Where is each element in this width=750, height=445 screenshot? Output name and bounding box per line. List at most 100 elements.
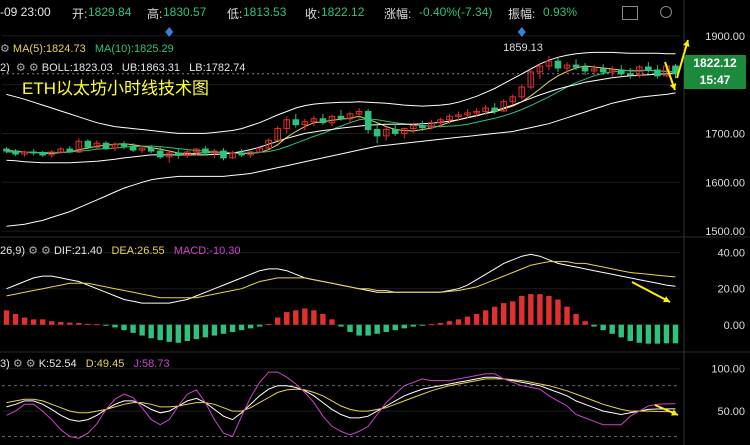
series-line-j (6, 371, 676, 439)
kdj-legend: 3) ⚙ ⚙ K:52.54 D:49.45 J:58.73 (0, 357, 170, 370)
candle-body (672, 65, 679, 75)
macd-histogram-bar (428, 324, 435, 326)
macd-tick-label: 20.00 (717, 284, 745, 296)
macd-histogram-bar (302, 308, 308, 325)
macd-histogram-bar (537, 294, 543, 325)
boll-mid-legend: BOLL:1823.03 (41, 62, 113, 74)
open-label: 开: (72, 7, 88, 21)
candle-body (599, 68, 607, 73)
macd-histogram-bar (627, 324, 633, 341)
macd-histogram-bar (383, 324, 389, 332)
candle-body (202, 148, 209, 154)
close-label: 收: (305, 7, 321, 21)
macd-histogram-bar (121, 324, 127, 331)
bar-countdown: 15:47 (699, 73, 731, 87)
macd-histogram-bar (546, 295, 552, 325)
series-line-k (6, 376, 676, 422)
macd-tick-label: 0.00 (724, 320, 745, 332)
chart-title: ETH以太坊小时线技术图 (22, 79, 209, 98)
candle-body (238, 152, 245, 156)
macd-value-legend: MACD:-10.30 (173, 245, 241, 257)
high-value: 1830.57 (163, 5, 207, 19)
macd-histogram-bar (284, 312, 290, 325)
settings-icon-main[interactable]: ⚙ (0, 43, 13, 55)
k-legend: K:52.54 (38, 358, 77, 370)
macd-histogram-bar (446, 321, 453, 325)
candle-body (292, 119, 300, 126)
macd-histogram-bar (582, 321, 588, 325)
macd-histogram-bar (265, 323, 272, 325)
macd-histogram-bar (148, 324, 154, 339)
maximize-icon[interactable] (622, 6, 638, 20)
macd-histogram-bar (30, 319, 37, 325)
macd-histogram-bar (455, 319, 462, 325)
macd-histogram-bar (347, 324, 353, 332)
macd-histogram-bar (636, 324, 643, 343)
macd-histogram-bar (645, 324, 652, 344)
macd-histogram-bar (510, 301, 516, 325)
kdj-settings-icon[interactable]: ⚙ ⚙ (13, 358, 39, 370)
macd-histogram-bar (220, 324, 227, 334)
price-tick-label: 1700.00 (705, 128, 745, 140)
price-tick-label: 1900.00 (705, 31, 745, 43)
macd-histogram-bar (130, 324, 136, 333)
kdj-params: 3) (0, 358, 10, 370)
macd-histogram-bar (464, 316, 471, 325)
macd-histogram-bar (374, 324, 380, 334)
macd-histogram-bar (654, 324, 661, 344)
macd-histogram-bar (410, 324, 417, 327)
ma5-legend: MA(5):1824.73 (12, 43, 86, 55)
ohlc-infobar: -09 23:00 开: 1829.84 高: 1830.57 低: 1813.… (0, 0, 690, 26)
bar-time: -09 23:00 (0, 5, 51, 19)
price-tick-label: 1500.00 (705, 226, 745, 238)
macd-histogram-bar (437, 322, 444, 325)
macd-histogram-bar (193, 324, 200, 340)
macd-legend: 26,9) ⚙ ⚙ DIF:21.40 DEA:26.55 MACD:-10.3… (0, 244, 240, 257)
macd-histogram-bar (365, 324, 371, 336)
macd-histogram-bar (528, 294, 534, 325)
macd-histogram-bar (21, 317, 28, 325)
candle-body (102, 142, 110, 149)
macd-histogram-bar (672, 324, 679, 344)
boll-ub-legend: UB:1863.31 (121, 62, 180, 74)
macd-histogram-bar (392, 324, 398, 331)
macd-histogram-bar (501, 303, 507, 325)
candle-body (174, 152, 182, 156)
candle-body (491, 107, 498, 112)
candle-body (626, 73, 634, 76)
macd-histogram-bar (67, 322, 73, 325)
candle-body (572, 64, 580, 68)
candle-body (156, 150, 164, 158)
macd-histogram-bar (491, 306, 498, 325)
change-label: 涨幅: (384, 7, 412, 21)
macd-histogram-bar (58, 322, 64, 325)
macd-histogram-bar (618, 324, 624, 338)
macd-histogram-bar (293, 310, 299, 325)
high-label: 高: (147, 7, 163, 21)
macd-histogram-bar (609, 324, 615, 334)
macd-histogram-bar (112, 324, 118, 328)
boll-lb-legend: LB:1782.74 (189, 62, 246, 74)
macd-histogram-bar (139, 324, 145, 336)
boll-period: 2) (0, 62, 10, 74)
candle-body (84, 140, 92, 148)
ma10-legend: MA(10):1825.29 (94, 43, 174, 55)
last-price-box: 1822.12 15:47 (684, 55, 746, 89)
macd-histogram-bar (85, 323, 91, 325)
macd-histogram-bar (76, 322, 82, 325)
candle-body (66, 148, 74, 153)
macd-histogram-bar (175, 324, 181, 343)
candle-body (645, 66, 652, 71)
dea-legend: DEA:26.55 (111, 245, 165, 257)
boll-settings-icon[interactable]: ⚙ ⚙ (16, 62, 42, 74)
macd-histogram-bar (229, 324, 236, 332)
boll-legend: 2) ⚙ ⚙ BOLL:1823.03 UB:1863.31 LB:1782.7… (0, 61, 245, 74)
candle-body (419, 125, 426, 129)
low-label: 低: (227, 7, 243, 21)
macd-settings-icon[interactable]: ⚙ ⚙ (28, 245, 54, 257)
macd-histogram-bar (247, 324, 254, 329)
gear-icon[interactable] (660, 6, 672, 18)
macd-histogram-bar (256, 324, 263, 327)
macd-histogram-bar (211, 324, 218, 336)
candle-body (39, 152, 46, 156)
